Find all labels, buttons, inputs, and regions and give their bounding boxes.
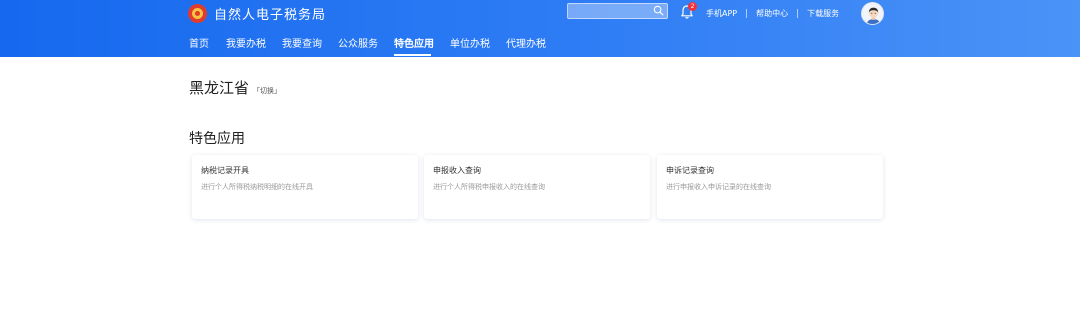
top-links: 手机APP 帮助中心 下载服务 [706,7,839,19]
nav-featured-apps[interactable]: 特色应用 [394,39,434,51]
avatar-icon [866,7,881,24]
nav-employer-tax[interactable]: 单位办税 [450,39,490,51]
tax-emblem-icon [188,3,207,23]
active-tab-indicator [394,54,431,56]
nav-query[interactable]: 我要查询 [282,39,322,51]
search-icon[interactable] [653,5,664,16]
user-avatar[interactable] [861,2,884,25]
divider [797,8,799,18]
search-input[interactable] [568,4,652,18]
card-description: 进行申报收入申诉记录的在线查询 [666,183,771,191]
mobile-app-link[interactable]: 手机APP [706,8,737,19]
card-description: 进行个人所得税申报收入的在线查询 [433,183,545,191]
switch-province-link[interactable]: 「切换」 [253,86,281,96]
service-card[interactable]: 纳税记录开具 进行个人所得税纳税明细的在线开具 [192,155,418,219]
service-card[interactable]: 申诉记录查询 进行申报收入申诉记录的在线查询 [657,155,883,219]
search-box [567,3,668,19]
brand-name: 自然人电子税务局 [214,7,327,23]
nav-home[interactable]: 首页 [189,39,209,51]
notification-badge: 2 [688,2,697,11]
province-selector: 黑龙江省 「切换」 [189,77,281,98]
card-title: 申诉记录查询 [666,166,714,175]
nav-tax-handling[interactable]: 我要办税 [226,39,266,51]
download-service-link[interactable]: 下载服务 [807,8,839,19]
card-description: 进行个人所得税纳税明细的在线开具 [201,183,313,191]
section-title: 特色应用 [189,131,245,147]
card-title: 纳税记录开具 [201,166,249,175]
nav-public-service[interactable]: 公众服务 [338,39,378,51]
brand-logo[interactable]: 自然人电子税务局 [188,2,326,24]
nav-agent-tax[interactable]: 代理办税 [506,39,546,51]
card-title: 申报收入查询 [433,166,481,175]
divider [746,8,748,18]
service-card[interactable]: 申报收入查询 进行个人所得税申报收入的在线查询 [424,155,650,219]
help-center-link[interactable]: 帮助中心 [756,8,788,19]
top-header: 自然人电子税务局 2 手机APP 帮助中心 下载服务 首页 我要办税 我要查询 … [0,0,1080,57]
province-name: 黑龙江省 [189,79,250,97]
